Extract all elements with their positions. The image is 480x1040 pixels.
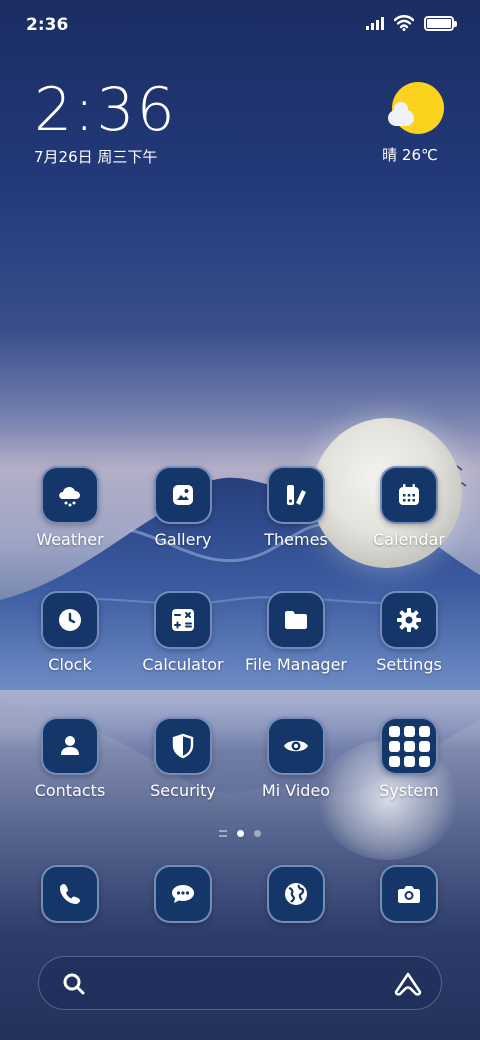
- app-contacts[interactable]: Contacts: [14, 717, 126, 800]
- eye-icon: [284, 740, 308, 752]
- browser-globe-icon: [285, 883, 307, 905]
- gallery-app-tile: [154, 466, 212, 524]
- app-label: Weather: [36, 530, 104, 549]
- status-time: 2:36: [26, 15, 69, 35]
- app-label: Clock: [48, 655, 92, 674]
- file-manager-app-tile: [267, 591, 325, 649]
- message-icon: [172, 885, 194, 903]
- widget-date: 7月26日 周三下午: [34, 148, 158, 166]
- weather-cloud-icon: [59, 486, 81, 507]
- app-label: Security: [150, 781, 216, 800]
- camera-icon: [398, 886, 420, 903]
- status-icons: [366, 15, 457, 31]
- app-gallery[interactable]: Gallery: [127, 466, 239, 549]
- battery-icon: [424, 15, 457, 31]
- settings-app-tile: [380, 591, 438, 649]
- app-label: Mi Video: [261, 781, 331, 800]
- app-file-manager[interactable]: File Manager: [240, 591, 352, 674]
- weather-app-tile: [41, 466, 99, 524]
- app-label: Calculator: [142, 655, 224, 674]
- page-indicator-list-icon[interactable]: [219, 830, 227, 837]
- dock-camera[interactable]: [353, 865, 465, 923]
- calculator-app-tile: [154, 591, 212, 649]
- system-folder-tile: [380, 717, 438, 775]
- gear-icon: [397, 608, 421, 632]
- dock-messages[interactable]: [127, 865, 239, 923]
- security-app-tile: [154, 717, 212, 775]
- camera-app-tile: [380, 865, 438, 923]
- weather-widget[interactable]: 晴 26℃: [376, 82, 444, 165]
- app-label: System: [379, 781, 439, 800]
- themes-app-tile: [267, 466, 325, 524]
- page-dot-active[interactable]: [237, 830, 244, 837]
- contacts-app-tile: [41, 717, 99, 775]
- folder-grid-icon: [388, 725, 430, 767]
- folder-icon: [285, 611, 307, 629]
- person-icon: [61, 736, 79, 755]
- app-label: Themes: [264, 530, 328, 549]
- calendar-icon: [399, 484, 419, 505]
- app-calendar[interactable]: Calendar: [353, 466, 465, 549]
- app-security[interactable]: Security: [127, 717, 239, 800]
- mi-video-app-tile: [267, 717, 325, 775]
- app-label: File Manager: [245, 655, 347, 674]
- app-label: Settings: [376, 655, 442, 674]
- dock-browser[interactable]: [240, 865, 352, 923]
- clock-widget[interactable]: 2:36 7月26日 周三下午: [34, 78, 177, 167]
- app-label: Gallery: [154, 530, 212, 549]
- status-bar: 2:36: [0, 0, 480, 50]
- browser-app-tile: [267, 865, 325, 923]
- app-themes[interactable]: Themes: [240, 466, 352, 549]
- page-indicator: [0, 830, 480, 837]
- widget-time: 2:36: [34, 75, 177, 145]
- app-settings[interactable]: Settings: [353, 591, 465, 674]
- phone-icon: [60, 884, 80, 904]
- themes-brush-icon: [287, 485, 306, 505]
- sunny-weather-icon: [388, 82, 444, 134]
- signal-icon: [366, 16, 384, 30]
- app-weather[interactable]: Weather: [14, 466, 126, 549]
- clock-app-tile: [41, 591, 99, 649]
- phone-app-tile: [41, 865, 99, 923]
- page-dot[interactable]: [254, 830, 261, 837]
- assistant-icon[interactable]: [393, 971, 423, 997]
- wifi-icon: [394, 15, 414, 31]
- app-calculator[interactable]: Calculator: [127, 591, 239, 674]
- calendar-app-tile: [380, 466, 438, 524]
- shield-icon: [172, 733, 194, 759]
- folder-system[interactable]: System: [353, 717, 465, 800]
- calculator-icon: [172, 609, 194, 631]
- search-bar[interactable]: [38, 956, 442, 1010]
- app-label: Contacts: [34, 781, 106, 800]
- app-mi-video[interactable]: Mi Video: [240, 717, 352, 800]
- weather-temperature: 晴 26℃: [382, 146, 438, 164]
- messages-app-tile: [154, 865, 212, 923]
- search-icon[interactable]: [61, 971, 87, 997]
- app-clock[interactable]: Clock: [14, 591, 126, 674]
- app-label: Calendar: [373, 530, 445, 549]
- gallery-image-icon: [173, 485, 193, 505]
- clock-icon: [59, 609, 81, 631]
- dock-phone[interactable]: [14, 865, 126, 923]
